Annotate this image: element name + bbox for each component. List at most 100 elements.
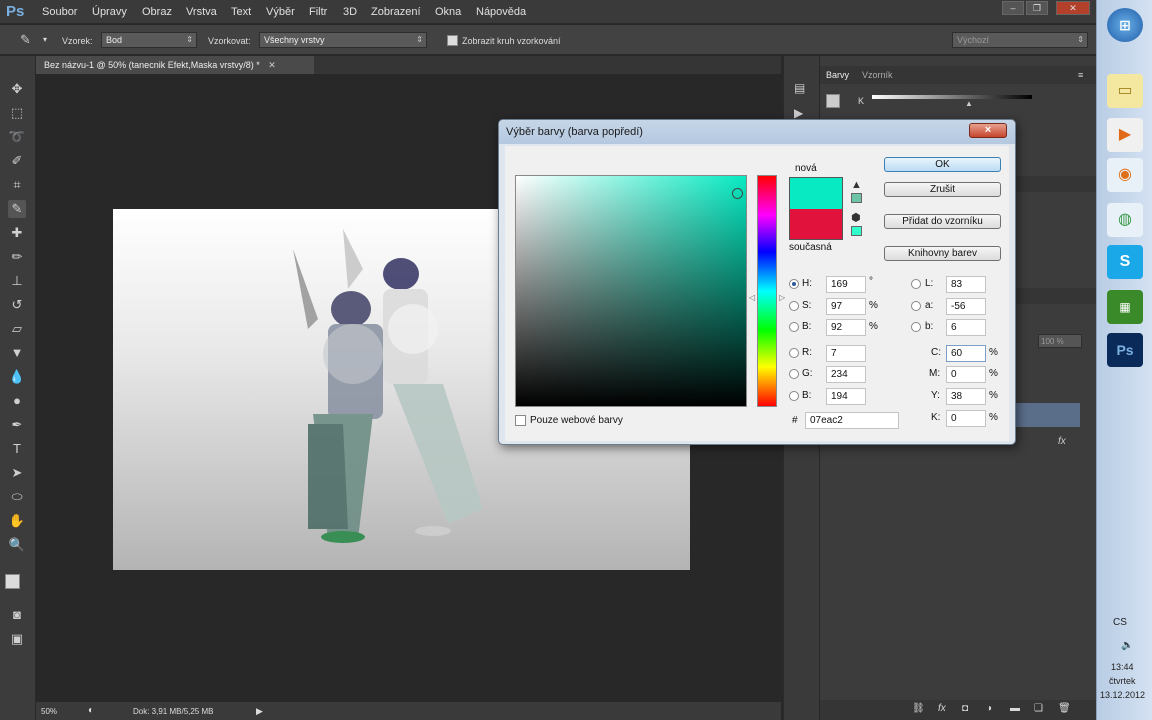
blue-input[interactable]: 194: [826, 388, 866, 405]
quick-mask-icon[interactable]: ◙: [8, 606, 26, 624]
opacity-field[interactable]: 100 %: [1038, 334, 1082, 348]
screen-mode-icon[interactable]: ▣: [8, 630, 26, 648]
close-window-button[interactable]: ✕: [1056, 1, 1090, 15]
menu-file[interactable]: Soubor: [42, 6, 77, 18]
add-style-icon[interactable]: fx: [938, 703, 946, 714]
sample-layers-select[interactable]: Všechny vrstvy ⇕: [259, 32, 427, 48]
k-slider[interactable]: [872, 95, 1032, 99]
photoshop-taskbar-icon[interactable]: Ps: [1107, 333, 1143, 367]
menu-3d[interactable]: 3D: [343, 6, 357, 18]
web-safe-warning-icon[interactable]: ⬢: [851, 211, 861, 224]
current-color-swatch[interactable]: [789, 209, 843, 240]
hex-input[interactable]: 07eac2: [805, 412, 899, 429]
type-tool-icon[interactable]: T: [8, 440, 26, 458]
hue-slider[interactable]: [757, 175, 777, 407]
delete-layer-icon[interactable]: 🗑: [1058, 703, 1071, 714]
quick-select-tool-icon[interactable]: ✐: [8, 152, 26, 170]
workspace-select[interactable]: Výchozí ⇕: [952, 32, 1088, 48]
status-menu-icon[interactable]: ◐: [88, 705, 94, 716]
eyedropper-tool-icon[interactable]: ✎: [8, 200, 26, 218]
status-arrow-icon[interactable]: ▶: [256, 706, 263, 717]
crop-tool-icon[interactable]: ⌗: [8, 176, 26, 194]
a-channel-input[interactable]: -56: [946, 298, 986, 315]
hue-radio[interactable]: [789, 279, 799, 289]
red-input[interactable]: 7: [826, 345, 866, 362]
dialog-titlebar[interactable]: Výběr barvy (barva popředí) ×: [499, 120, 1015, 144]
eraser-tool-icon[interactable]: ▱: [8, 320, 26, 338]
color-field[interactable]: [515, 175, 747, 407]
menu-select[interactable]: Výběr: [266, 6, 295, 18]
language-indicator[interactable]: CS: [1113, 617, 1127, 628]
healing-tool-icon[interactable]: ✚: [8, 224, 26, 242]
chrome-icon[interactable]: ◍: [1107, 203, 1143, 237]
magenta-input[interactable]: 0: [946, 366, 986, 383]
dodge-tool-icon[interactable]: ●: [8, 392, 26, 410]
menu-filter[interactable]: Filtr: [309, 6, 327, 18]
color-libraries-button[interactable]: Knihovny barev: [884, 246, 1001, 261]
b-channel-input[interactable]: 6: [946, 319, 986, 336]
saturation-input[interactable]: 97: [826, 298, 866, 315]
pen-tool-icon[interactable]: ✒: [8, 416, 26, 434]
explorer-icon[interactable]: ▭: [1107, 74, 1143, 108]
menu-help[interactable]: Nápověda: [476, 6, 526, 18]
new-layer-icon[interactable]: ❏: [1034, 703, 1043, 714]
menu-edit[interactable]: Úpravy: [92, 6, 127, 18]
speaker-icon[interactable]: 🔈: [1121, 640, 1133, 651]
panel-menu-icon[interactable]: ≡: [1078, 70, 1083, 80]
dialog-close-button[interactable]: ×: [969, 123, 1007, 138]
eyedropper-icon[interactable]: ✎: [20, 32, 31, 48]
restore-button[interactable]: ❐: [1026, 1, 1048, 15]
lightness-input[interactable]: 83: [946, 276, 986, 293]
add-to-swatches-button[interactable]: Přidat do vzorníku: [884, 214, 1001, 229]
saturation-radio[interactable]: [789, 301, 799, 311]
path-select-tool-icon[interactable]: ➤: [8, 464, 26, 482]
marquee-tool-icon[interactable]: ⬚: [8, 104, 26, 122]
cyan-input[interactable]: 60: [946, 345, 986, 362]
menu-type[interactable]: Text: [231, 6, 251, 18]
stamp-tool-icon[interactable]: ⊥: [8, 272, 26, 290]
menu-view[interactable]: Zobrazení: [371, 6, 421, 18]
web-colors-only-checkbox[interactable]: [515, 415, 526, 426]
brightness-input[interactable]: 92: [826, 319, 866, 336]
hue-arrow-left-icon[interactable]: ◁: [749, 293, 755, 302]
move-tool-icon[interactable]: ✥: [8, 80, 26, 98]
start-button-icon[interactable]: ⊞: [1107, 8, 1143, 42]
panel-foreground-swatch[interactable]: [826, 94, 840, 108]
adjustment-layer-icon[interactable]: ◑: [986, 703, 992, 714]
cancel-button[interactable]: Zrušit: [884, 182, 1001, 197]
menu-window[interactable]: Okna: [435, 6, 461, 18]
menu-image[interactable]: Obraz: [142, 6, 172, 18]
lasso-tool-icon[interactable]: ➰: [8, 128, 26, 146]
lightness-radio[interactable]: [911, 279, 921, 289]
gamut-warning-icon[interactable]: ▲: [851, 179, 862, 191]
hue-arrow-right-icon[interactable]: ▷: [779, 293, 785, 302]
zoom-level[interactable]: 50%: [41, 707, 57, 716]
blur-tool-icon[interactable]: 💧: [8, 368, 26, 386]
bucket-tool-icon[interactable]: ▼: [8, 344, 26, 362]
new-group-icon[interactable]: ▬: [1010, 703, 1020, 714]
skype-icon[interactable]: S: [1107, 245, 1143, 279]
game-app-icon[interactable]: ▦: [1107, 290, 1143, 324]
add-mask-icon[interactable]: ◘: [962, 703, 968, 714]
firefox-icon[interactable]: ◉: [1107, 158, 1143, 192]
red-radio[interactable]: [789, 348, 799, 358]
k-slider-thumb[interactable]: ▲: [965, 99, 973, 108]
shape-tool-icon[interactable]: ⬭: [8, 488, 26, 506]
b-channel-radio[interactable]: [911, 322, 921, 332]
link-layers-icon[interactable]: ⛓: [912, 703, 925, 714]
sample-size-select[interactable]: Bod ⇕: [101, 32, 197, 48]
actions-panel-icon[interactable]: ▶: [794, 106, 803, 120]
show-sampling-ring-checkbox[interactable]: [447, 35, 458, 46]
history-panel-icon[interactable]: ▤: [794, 81, 805, 95]
green-input[interactable]: 234: [826, 366, 866, 383]
green-radio[interactable]: [789, 369, 799, 379]
zoom-tool-icon[interactable]: 🔍: [8, 536, 26, 554]
tab-color[interactable]: Barvy: [826, 70, 849, 80]
web-safe-swatch[interactable]: [851, 226, 862, 236]
hand-tool-icon[interactable]: ✋: [8, 512, 26, 530]
tool-preset-chevron-icon[interactable]: ▾: [43, 35, 47, 44]
media-player-icon[interactable]: ▶: [1107, 118, 1143, 152]
gamut-correction-swatch[interactable]: [851, 193, 862, 203]
blue-radio[interactable]: [789, 391, 799, 401]
hue-input[interactable]: 169: [826, 276, 866, 293]
